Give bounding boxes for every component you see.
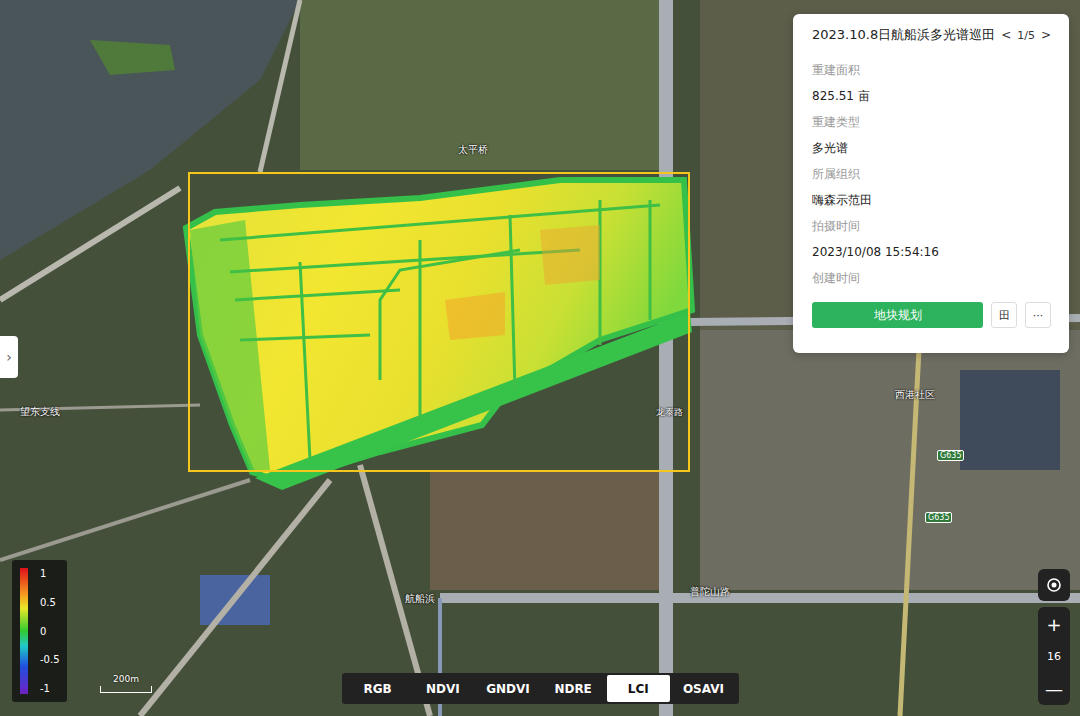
field-list: 重建面积 825.51 亩重建类型 多光谱所属组织 嗨森示范田拍摄时间 2023… <box>812 62 1051 286</box>
legend-tick: 0 <box>40 626 60 637</box>
field-value: 2023/10/08 15:54:16 <box>812 244 1051 260</box>
page-indicator: 1/5 <box>1017 29 1035 42</box>
prev-button[interactable]: < <box>999 28 1013 42</box>
grid-button[interactable]: 田 <box>991 302 1017 328</box>
plot-planning-button[interactable]: 地块规划 <box>812 302 983 328</box>
index-tabs: RGBNDVIGNDVINDRELCIOSAVI <box>342 673 739 704</box>
field: 重建面积 825.51 亩 <box>812 62 1051 104</box>
index-tab[interactable]: NDRE <box>542 675 605 702</box>
field-value: 多光谱 <box>812 140 1051 156</box>
field: 拍摄时间 2023/10/08 15:54:16 <box>812 218 1051 260</box>
map-label: 龙泰路 <box>656 408 665 418</box>
card-actions: 地块规划 田 ··· <box>812 302 1051 328</box>
field: 重建类型 多光谱 <box>812 114 1051 156</box>
map-label: G635 <box>925 512 952 523</box>
legend-ticks: 1 0.5 0 -0.5 -1 <box>40 568 60 694</box>
field: 创建时间 <box>812 270 1051 286</box>
legend-tick: -0.5 <box>40 654 60 665</box>
map-app: 太平桥望东支线航船浜 西港社区 G635 G635 普陀山路 龙泰路 › 2023.10.… <box>0 0 1080 716</box>
legend-tick: 0.5 <box>40 597 60 608</box>
map-label: G635 <box>937 450 964 461</box>
scale-bar: 200m <box>100 686 152 693</box>
field-label: 所属组织 <box>812 166 1051 182</box>
field-value: 825.51 亩 <box>812 88 1051 104</box>
zoom-in-button[interactable]: + <box>1038 611 1070 637</box>
index-tab[interactable]: NDVI <box>411 675 474 702</box>
color-bar <box>20 568 28 694</box>
field-label: 创建时间 <box>812 270 1051 286</box>
selection-rect <box>189 173 689 471</box>
map-label: 普陀山路 <box>690 585 730 599</box>
pager: < 1/5 > <box>999 28 1053 42</box>
zoom-control: + 16 — <box>1038 607 1070 705</box>
locate-icon <box>1046 577 1062 593</box>
legend-tick: 1 <box>40 568 60 579</box>
field-label: 重建面积 <box>812 62 1051 78</box>
field-label: 重建类型 <box>812 114 1051 130</box>
zoom-out-button[interactable]: — <box>1038 675 1070 701</box>
more-button[interactable]: ··· <box>1025 302 1051 328</box>
zoom-level: 16 <box>1047 650 1061 663</box>
sidebar-toggle[interactable]: › <box>0 336 18 378</box>
locate-button[interactable] <box>1038 569 1070 601</box>
index-tab[interactable]: LCI <box>607 675 670 702</box>
next-button[interactable]: > <box>1039 28 1053 42</box>
index-tab[interactable]: GNDVI <box>476 675 539 702</box>
map-label: 西港社区 <box>895 388 935 402</box>
color-legend: 1 0.5 0 -0.5 -1 <box>12 560 67 702</box>
field: 所属组织 嗨森示范田 <box>812 166 1051 208</box>
field-label: 拍摄时间 <box>812 218 1051 234</box>
index-tab[interactable]: RGB <box>346 675 409 702</box>
legend-tick: -1 <box>40 683 60 694</box>
card-title: 2023.10.8日航船浜多光谱巡田 <box>812 26 995 44</box>
map-label: 望东支线 <box>20 405 60 419</box>
map-label: 太平桥 <box>458 143 488 157</box>
index-tab[interactable]: OSAVI <box>672 675 735 702</box>
scale-label: 200m <box>113 674 139 680</box>
info-card: 2023.10.8日航船浜多光谱巡田 < 1/5 > 重建面积 825.51 亩… <box>793 14 1069 353</box>
card-header: 2023.10.8日航船浜多光谱巡田 < 1/5 > <box>812 26 1051 44</box>
map-label: 航船浜 <box>405 592 435 606</box>
field-value: 嗨森示范田 <box>812 192 1051 208</box>
